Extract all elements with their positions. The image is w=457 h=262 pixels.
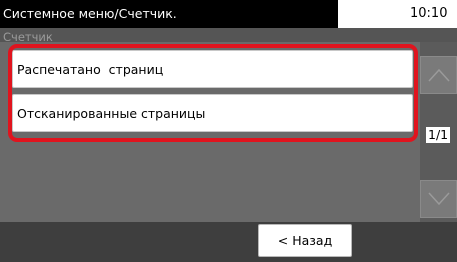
scroll-down-button[interactable]: [420, 180, 457, 218]
chevron-down-icon: [428, 192, 450, 206]
list-item-printed-pages[interactable]: Распечатано страниц: [12, 50, 413, 88]
bottom-bar: [0, 222, 457, 262]
list-item-scanned-pages[interactable]: Отсканированные страницы: [12, 94, 413, 132]
list-item-label: Отсканированные страницы: [17, 106, 206, 121]
window-title: Системное меню/Счетчик.: [0, 0, 338, 28]
page-indicator: 1/1: [426, 127, 451, 143]
screen: Системное меню/Счетчик. 10:10 Счетчик Ра…: [0, 0, 457, 262]
back-button[interactable]: < Назад: [258, 224, 352, 257]
list-item-label: Распечатано страниц: [17, 62, 164, 77]
scroll-up-button[interactable]: [420, 56, 457, 94]
chevron-up-icon: [428, 68, 450, 82]
clock: 10:10: [410, 6, 448, 21]
page-subtitle: Счетчик: [3, 30, 53, 42]
